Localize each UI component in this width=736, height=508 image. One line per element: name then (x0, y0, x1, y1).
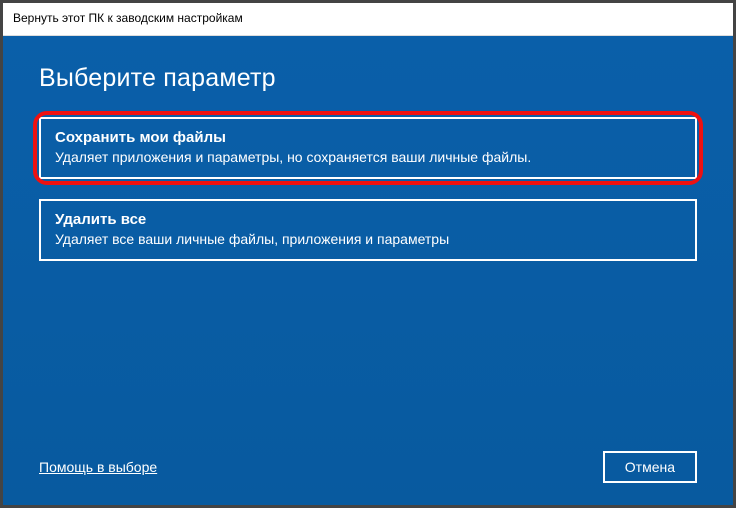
help-link[interactable]: Помощь в выборе (39, 459, 157, 475)
content-area: Выберите параметр Сохранить мои файлы Уд… (3, 36, 733, 505)
footer: Помощь в выборе Отмена (39, 451, 697, 483)
option-description: Удаляет приложения и параметры, но сохра… (55, 149, 681, 165)
options-list: Сохранить мои файлы Удаляет приложения и… (39, 117, 697, 261)
option-remove-everything[interactable]: Удалить все Удаляет все ваши личные файл… (39, 199, 697, 261)
window-title: Вернуть этот ПК к заводским настройкам (3, 3, 733, 36)
page-heading: Выберите параметр (39, 64, 697, 93)
option-title: Сохранить мои файлы (55, 129, 681, 146)
option-keep-files[interactable]: Сохранить мои файлы Удаляет приложения и… (39, 117, 697, 179)
option-description: Удаляет все ваши личные файлы, приложени… (55, 231, 681, 247)
option-title: Удалить все (55, 211, 681, 228)
reset-pc-window: Вернуть этот ПК к заводским настройкам В… (0, 0, 736, 508)
cancel-button[interactable]: Отмена (603, 451, 697, 483)
